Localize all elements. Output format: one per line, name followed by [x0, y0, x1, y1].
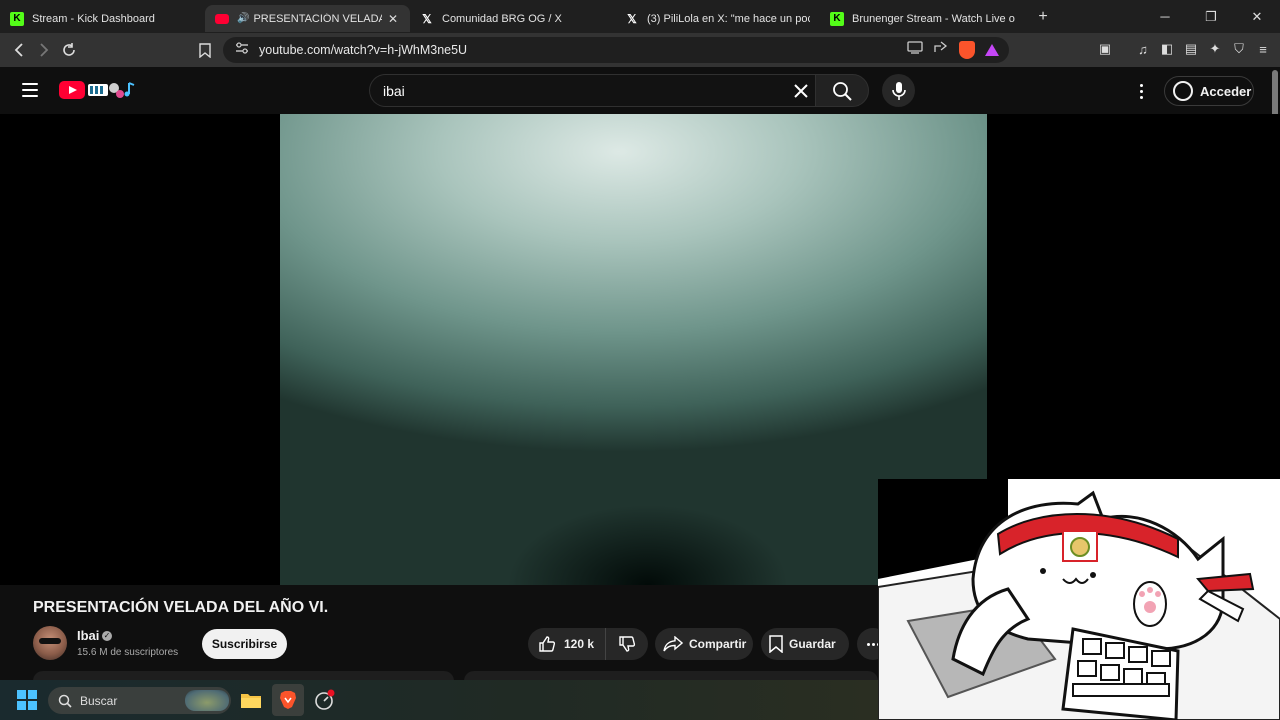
extensions-row: ▣ ♫ ◧ ▤ ✦ ⛉ ≡: [1096, 38, 1272, 60]
tab-brunenger-stream[interactable]: K Brunenger Stream - Watch Live on Ki: [820, 5, 1025, 32]
file-explorer-icon[interactable]: [239, 688, 263, 712]
back-icon[interactable]: [6, 38, 31, 63]
site-info-icon[interactable]: [235, 41, 249, 59]
brave-browser-icon[interactable]: [272, 684, 304, 716]
taskbar-search-placeholder: Buscar: [80, 693, 118, 708]
tab-youtube-video[interactable]: 🔊 PRESENTACIÓN VELADA DEL ✕: [205, 5, 410, 32]
reload-icon[interactable]: [56, 38, 81, 63]
dislike-button[interactable]: [606, 635, 648, 653]
channel-avatar[interactable]: [33, 626, 67, 660]
video-title: PRESENTACIÓN VELADA DEL AÑO VI.: [33, 599, 329, 616]
search-icon: [58, 694, 72, 708]
minimize-icon[interactable]: ─: [1142, 0, 1188, 33]
forward-icon[interactable]: [31, 38, 56, 63]
wallet-icon[interactable]: ▤: [1182, 38, 1200, 60]
share-button[interactable]: Compartir: [655, 628, 753, 660]
bongo-cat-illustration: [878, 479, 1280, 720]
address-bar-actions: [907, 40, 999, 59]
like-count: 120 k: [564, 637, 595, 651]
save-button[interactable]: Guardar: [761, 628, 849, 660]
like-dislike-group: 120 k: [528, 628, 648, 660]
account-icon: [1173, 81, 1193, 101]
x-icon: 𝕏: [627, 11, 637, 26]
thumbs-down-icon: [619, 636, 636, 652]
subscribe-button[interactable]: Suscribirse: [202, 629, 287, 659]
sign-in-button[interactable]: Acceder: [1164, 76, 1254, 106]
cast-icon[interactable]: [907, 40, 923, 59]
bookmark-icon[interactable]: [192, 38, 217, 63]
windows-start-icon[interactable]: [17, 690, 37, 710]
kick-icon: K: [10, 11, 24, 26]
clear-search-icon[interactable]: [790, 80, 812, 102]
tab-pililola[interactable]: 𝕏 (3) PiliLola en X: "me hace un poco d: [615, 5, 820, 32]
music-icon[interactable]: ♫: [1134, 38, 1152, 60]
close-window-icon[interactable]: ✕: [1234, 0, 1280, 33]
youtube-logo-icon[interactable]: [59, 81, 85, 99]
window-controls: ─ ❐ ✕: [1142, 0, 1280, 33]
microphone-icon: [891, 81, 906, 100]
brave-rewards-icon[interactable]: [985, 43, 999, 56]
youtube-icon: [215, 13, 229, 24]
app-with-notification-icon[interactable]: [312, 688, 336, 712]
search-button[interactable]: [815, 74, 869, 107]
thumbs-up-icon: [539, 636, 556, 652]
subscriber-count: 15.6 M de suscriptores: [77, 647, 179, 658]
channel-name[interactable]: Ibai: [77, 628, 99, 643]
screen: K Stream - Kick Dashboard 🔊 PRESENTACIÓN…: [0, 0, 1280, 720]
voice-search-button[interactable]: [882, 74, 915, 107]
menu-icon[interactable]: ≡: [1254, 38, 1272, 60]
share-label: Compartir: [689, 637, 747, 651]
search-highlight-art: [185, 690, 229, 711]
browser-tab-strip: K Stream - Kick Dashboard 🔊 PRESENTACIÓN…: [0, 0, 1280, 33]
sidebar-icon[interactable]: ◧: [1158, 38, 1176, 60]
tab-title: PRESENTACIÓN VELADA DEL: [253, 12, 382, 25]
restore-icon[interactable]: ❐: [1188, 0, 1234, 33]
x-icon: 𝕏: [422, 11, 432, 26]
windows-taskbar: Buscar: [0, 680, 878, 720]
stream-overlay-cat: [878, 479, 1280, 720]
save-icon: [769, 635, 783, 653]
tab-comunidad-brg[interactable]: 𝕏 Comunidad BRG OG / X: [410, 5, 615, 32]
youtube-masthead: ibai Acceder: [0, 67, 1280, 114]
tab-title: Brunenger Stream - Watch Live on Ki: [852, 12, 1015, 25]
taskbar-search[interactable]: Buscar: [48, 687, 231, 714]
youtube-doodle-icon[interactable]: [87, 80, 137, 100]
url-text: youtube.com/watch?v=h-jWhM3ne5U: [259, 43, 468, 57]
wallet-screen-icon[interactable]: ▣: [1096, 38, 1114, 60]
kick-icon: K: [830, 11, 844, 26]
share-page-icon[interactable]: [933, 40, 949, 59]
vpn-icon[interactable]: ⛉: [1230, 38, 1248, 60]
brave-shields-icon[interactable]: [959, 40, 975, 59]
search-input[interactable]: ibai: [369, 74, 816, 107]
tab-title: (3) PiliLola en X: "me hace un poco d: [647, 12, 810, 25]
new-tab-button[interactable]: +: [1029, 8, 1057, 26]
address-bar[interactable]: youtube.com/watch?v=h-jWhM3ne5U: [223, 37, 1009, 63]
tab-title: Comunidad BRG OG / X: [442, 12, 562, 25]
settings-more-icon[interactable]: [1132, 79, 1150, 103]
guide-menu-icon[interactable]: [22, 83, 38, 97]
browser-toolbar: youtube.com/watch?v=h-jWhM3ne5U ▣ ♫ ◧ ▤ …: [0, 33, 1280, 67]
save-label: Guardar: [789, 637, 836, 651]
leo-ai-icon[interactable]: ✦: [1206, 38, 1224, 60]
tab-title: Stream - Kick Dashboard: [32, 12, 155, 25]
share-icon: [663, 636, 683, 652]
close-tab-icon[interactable]: ✕: [386, 12, 400, 26]
verified-icon: ✓: [102, 631, 112, 641]
sign-in-label: Acceder: [1200, 83, 1252, 99]
like-button[interactable]: 120 k: [528, 628, 606, 660]
search-icon: [833, 81, 852, 101]
tab-kick-dashboard[interactable]: K Stream - Kick Dashboard: [0, 5, 205, 32]
speaker-icon[interactable]: 🔊: [237, 13, 249, 24]
